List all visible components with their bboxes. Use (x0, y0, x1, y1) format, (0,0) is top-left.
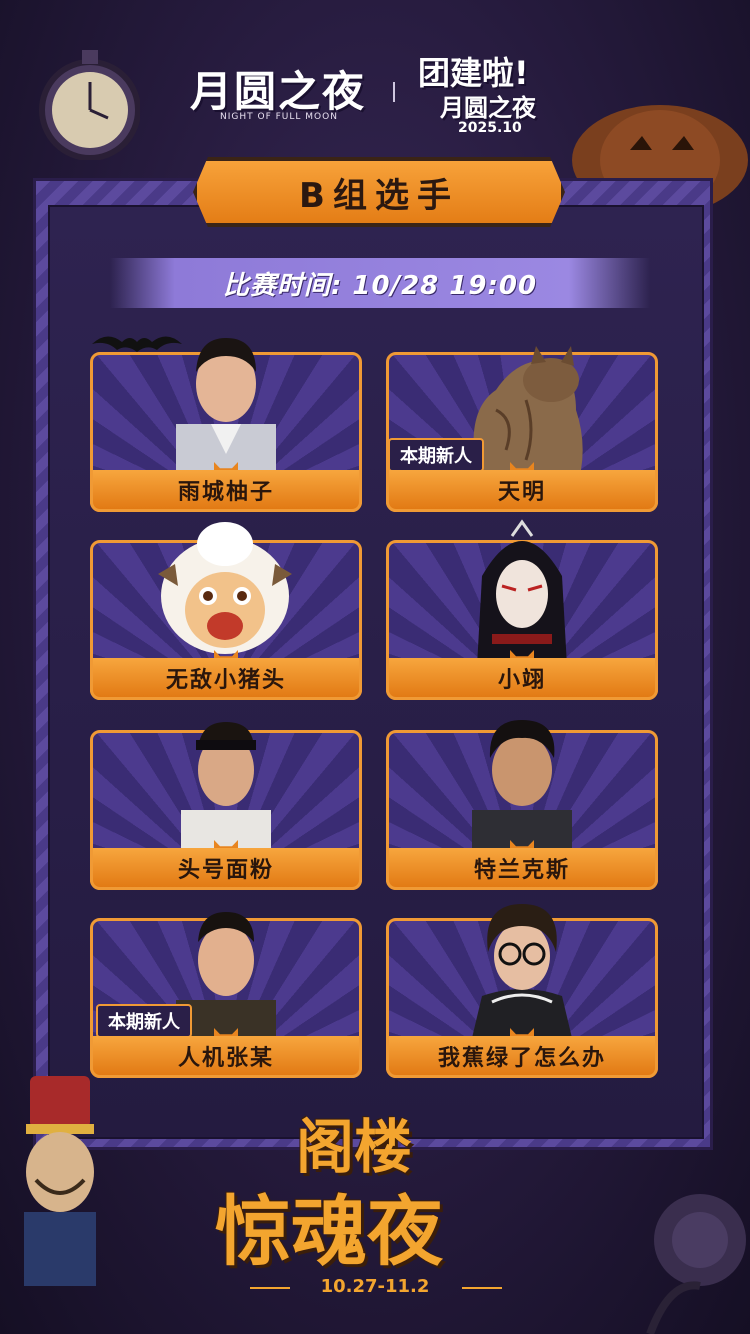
player-name: 小翊 (497, 667, 546, 693)
player-card: 无敌小猪头 (90, 522, 362, 700)
player-portrait (158, 522, 292, 654)
header-separator (393, 82, 395, 102)
player-card: 头号面粉 (90, 722, 362, 890)
group-title: B组选手 (299, 175, 459, 216)
new-player-badge: 本期新人 (96, 1004, 192, 1038)
player-name: 无敌小猪头 (165, 667, 286, 693)
player-name: 我蕉绿了怎么办 (437, 1045, 606, 1071)
schedule-strip: 比赛时间: 10/28 19:00 (110, 258, 650, 308)
player-card: 小翊 (386, 519, 658, 700)
match-time: 比赛时间: 10/28 19:00 (222, 270, 538, 301)
game-logo: 月圆之夜 (190, 67, 367, 116)
player-name-plate: 人机张某 (90, 1036, 362, 1078)
player-portrait (181, 722, 271, 850)
player-card: 本期新人 天明 (386, 346, 658, 512)
player-card: 本期新人 人机张某 (90, 912, 362, 1078)
event-subtitle: 月圆之夜 (440, 94, 536, 122)
player-card: 我蕉绿了怎么办 (386, 904, 658, 1078)
header: 月圆之夜 NIGHT OF FULL MOON 团建啦! 月圆之夜 2025.1… (0, 40, 750, 150)
player-portrait (477, 519, 567, 666)
nutcracker-decoration (24, 1076, 96, 1286)
player-name-plate: 无敌小猪头 (90, 658, 362, 700)
player-card: 特兰克斯 (386, 720, 658, 890)
player-name-plate: 天明 (386, 470, 658, 512)
player-name: 雨城柚子 (177, 479, 274, 505)
badge-label: 本期新人 (400, 446, 472, 467)
player-portrait (176, 338, 276, 474)
player-name: 头号面粉 (177, 857, 274, 883)
player-name: 天明 (497, 479, 546, 505)
event-date: 2025.10 (458, 120, 522, 136)
rose-decoration (646, 1194, 746, 1334)
date-divider-right (462, 1287, 502, 1289)
player-card: 雨城柚子 (90, 338, 362, 512)
player-name-plate: 雨城柚子 (90, 470, 362, 512)
new-player-badge: 本期新人 (388, 438, 484, 472)
player-name-plate: 小翊 (386, 658, 658, 700)
badge-label: 本期新人 (108, 1012, 180, 1033)
group-banner: B组选手 (193, 157, 565, 227)
player-name: 人机张某 (177, 1045, 274, 1071)
player-name: 特兰克斯 (473, 857, 570, 883)
player-portrait (472, 904, 572, 1038)
event-logo-line2: 惊魂夜 (215, 1187, 443, 1276)
game-logo-subtitle: NIGHT OF FULL MOON (220, 112, 338, 122)
player-name-plate: 特兰克斯 (386, 848, 658, 890)
player-name-plate: 我蕉绿了怎么办 (386, 1036, 658, 1078)
player-name-plate: 头号面粉 (90, 848, 362, 890)
event-dates: 10.27-11.2 (320, 1276, 430, 1297)
player-portrait (472, 720, 572, 850)
